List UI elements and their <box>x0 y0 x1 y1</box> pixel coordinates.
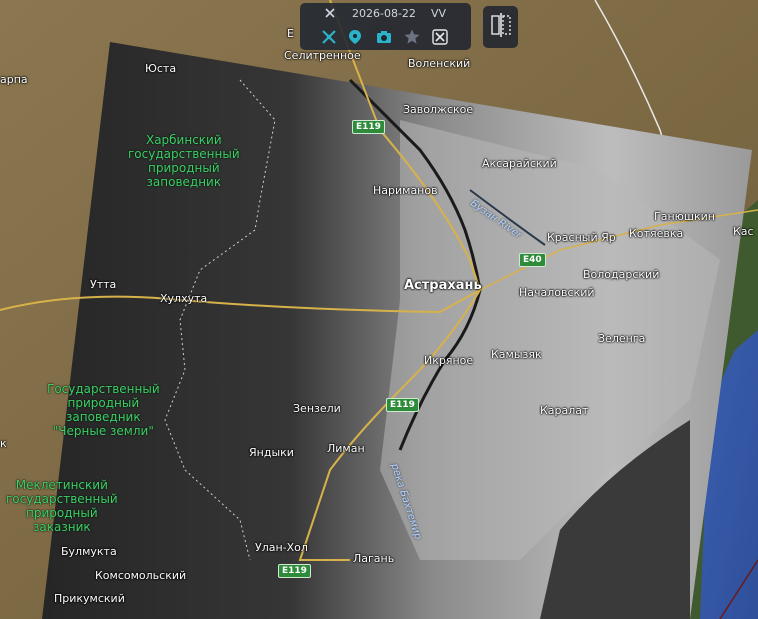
place-label-kas: Кас <box>733 225 754 238</box>
road-shield-e119-mid: E119 <box>386 398 419 412</box>
place-label-kamyzyak: Камызяк <box>491 348 542 361</box>
place-label-prikumskiy: Прикумский <box>54 592 125 605</box>
reserve-label-kharbinsky: Харбинский государственный природный зап… <box>128 133 240 189</box>
place-label-utta: Утта <box>90 278 117 291</box>
camera-icon[interactable] <box>374 27 394 47</box>
place-label-bulmukta: Булмукта <box>61 545 117 558</box>
place-label-liman: Лиман <box>327 442 365 455</box>
place-label-narimanov: Нариманов <box>373 184 438 197</box>
compare-split-button[interactable] <box>483 6 518 48</box>
place-label-arpa: арпа <box>0 73 28 86</box>
place-label-karalat: Каралат <box>540 404 589 417</box>
map-toolbar: 2026-08-22 VV <box>300 3 471 50</box>
satellite-icon[interactable] <box>319 27 339 47</box>
road-shield-e40: E40 <box>519 253 546 267</box>
place-label-ulan-khol: Улан-Хол <box>255 541 308 554</box>
place-label-yandyki: Яндыки <box>249 446 294 459</box>
place-label-krasny-yar: Красный Яр <box>547 231 616 244</box>
place-label-komsomolskiy: Комсомольский <box>95 569 187 582</box>
location-pin-icon[interactable] <box>345 27 365 47</box>
place-label-astrakhan: Астрахань <box>404 278 482 293</box>
place-label-zenzeli: Зензели <box>293 402 341 415</box>
reserve-label-black-lands: Государственный природный заповедник "Че… <box>47 382 160 438</box>
place-label-khulkhuta: Хулхута <box>160 292 208 305</box>
place-label-k: к <box>0 437 7 450</box>
tools-icon[interactable] <box>324 7 336 22</box>
place-label-lagan: Лагань <box>353 552 395 565</box>
road-shield-e119-south: E119 <box>278 564 311 578</box>
place-label-volenskiy: Воленский <box>408 57 471 70</box>
reserve-label-mekletinsky: Меклетинский государственный природный з… <box>6 478 118 534</box>
star-icon[interactable] <box>402 27 422 47</box>
place-label-e: Е <box>287 27 294 40</box>
place-label-yusta: Юста <box>145 62 177 75</box>
compare-split-icon <box>490 12 512 42</box>
place-label-aksarayskiy: Аксарайский <box>482 157 557 170</box>
image-info-row: 2026-08-22 VV <box>300 7 471 23</box>
place-label-volodarskiy: Володарский <box>583 268 660 281</box>
place-label-zelenga: Зеленга <box>598 332 646 345</box>
place-label-zavolzhskoe: Заволжское <box>403 103 474 116</box>
place-label-ikryanoe: Икряное <box>424 354 474 367</box>
acquisition-date: 2026-08-22 <box>352 7 416 20</box>
scissors-icon[interactable] <box>430 27 450 47</box>
road-shield-e119-north: E119 <box>352 120 385 134</box>
place-label-kotyaevka: Котяевка <box>629 227 684 240</box>
polarization-label: VV <box>431 7 447 20</box>
place-label-ganyushkin: Ганюшкин <box>654 210 715 223</box>
place-label-nachalovskiy: Началовский <box>519 286 595 299</box>
place-label-selitrennoe: Селитренное <box>284 49 361 62</box>
